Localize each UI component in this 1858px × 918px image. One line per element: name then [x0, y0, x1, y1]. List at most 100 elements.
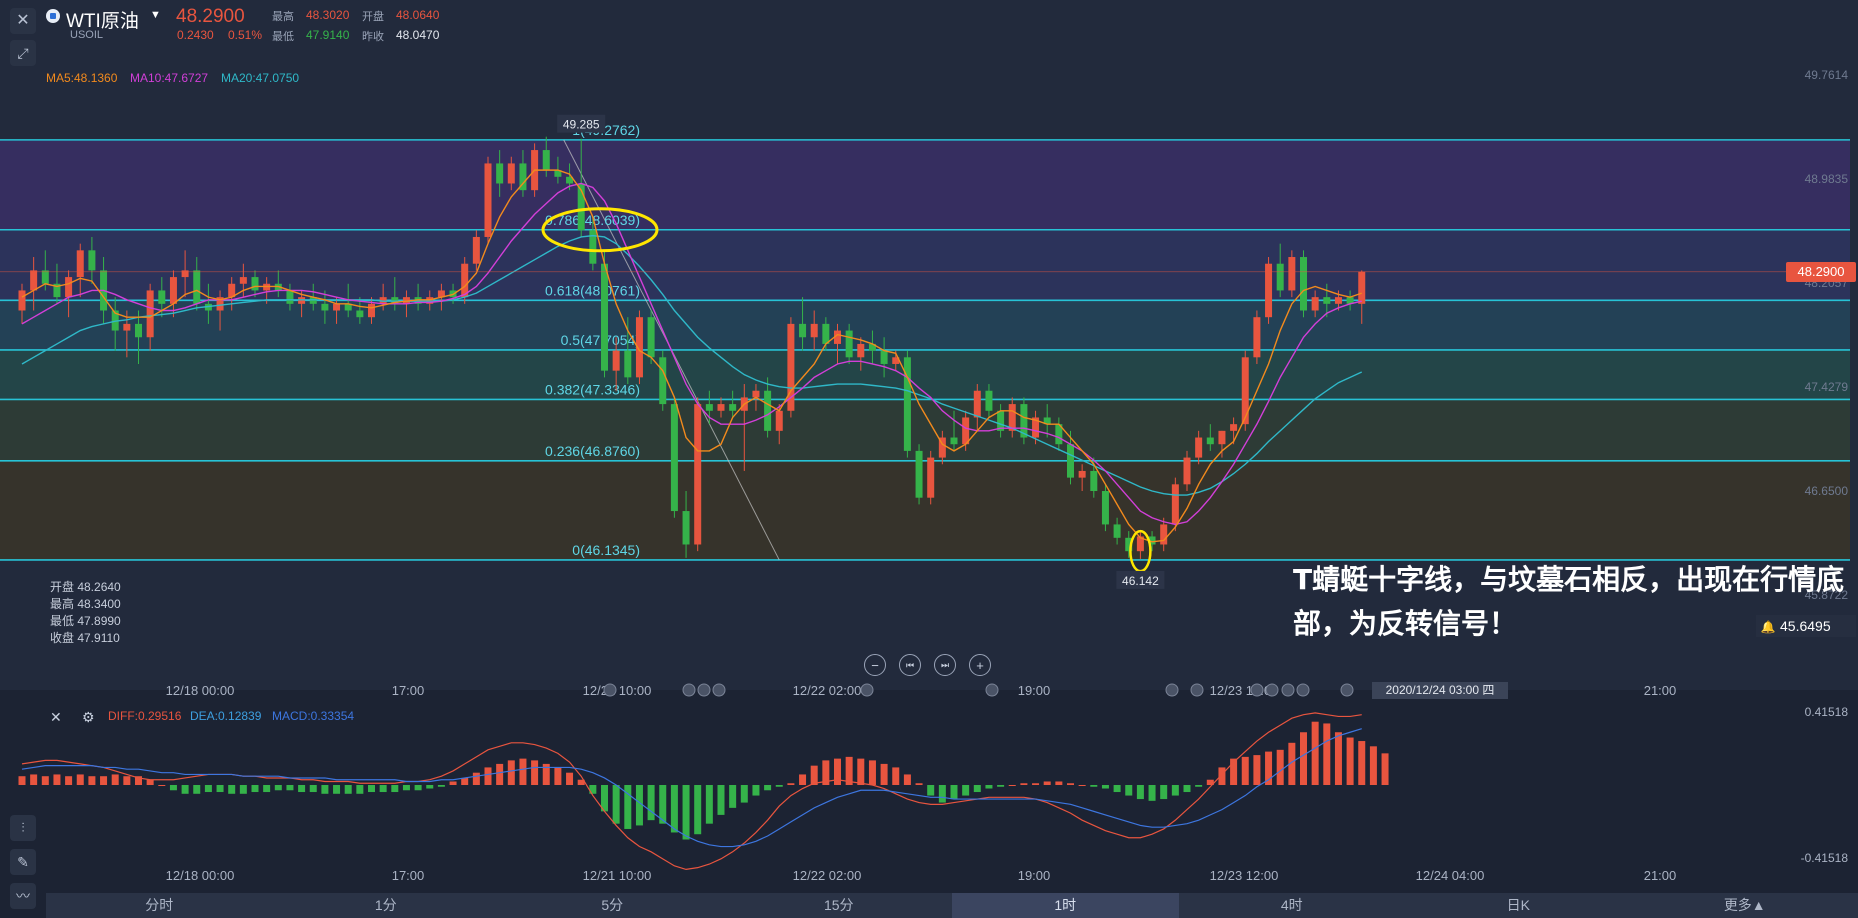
candle-body [1195, 437, 1203, 458]
last-price: 48.2900 [176, 6, 245, 27]
ohlc-close: 收盘 47.9110 [50, 631, 120, 645]
macd-histogram-bar [1346, 737, 1354, 785]
macd-histogram-bar [775, 785, 783, 787]
macd-x-tick-label: 12/24 04:00 [1416, 868, 1485, 883]
candle-body [542, 150, 550, 171]
macd-histogram-bar [263, 785, 271, 793]
candle-body [41, 270, 49, 284]
fib-band [0, 139, 1850, 230]
candle-body [1067, 444, 1074, 478]
macd-histogram-bar [41, 776, 49, 785]
open-value: 48.0640 [396, 8, 440, 22]
low-label: 最低 [272, 31, 294, 43]
fib-label: 0.236(46.8760) [545, 443, 640, 459]
candle-body [193, 270, 201, 304]
candle-body [1288, 257, 1296, 291]
candle-body [472, 236, 480, 264]
event-marker [682, 683, 696, 697]
macd-x-tick-label: 12/18 00:00 [166, 868, 235, 883]
macd-histogram-bar [368, 785, 375, 793]
macd-histogram-bar [1369, 746, 1377, 785]
candle-body [18, 290, 26, 311]
fib-label: 0.382(47.3346) [545, 381, 640, 397]
candle-body [1334, 297, 1342, 304]
candle-type-icon[interactable]: ⫶ [10, 815, 36, 841]
chart-app: 1(49.2762) 0.786(48.6039) 0.618(48.0761) 0.… [0, 0, 1858, 918]
low-value: 47.9140 [306, 28, 350, 42]
candle-body [915, 450, 923, 498]
macd-histogram-bar [1101, 785, 1109, 789]
event-marker [1296, 683, 1310, 697]
macd-histogram-bar [799, 774, 807, 785]
candle-body [1101, 491, 1109, 525]
scroll-end-button[interactable]: ⏭ [934, 654, 956, 676]
macd-histogram-bar [216, 785, 224, 793]
macd-histogram-bar [391, 785, 399, 793]
tab-fenshi[interactable]: 分时 [46, 893, 273, 918]
candle-body [752, 390, 760, 398]
macd-histogram-bar [1183, 785, 1191, 793]
macd-histogram-bar [903, 774, 911, 785]
macd-histogram-bar [1195, 785, 1203, 787]
candle-body [857, 343, 865, 358]
candle-body [950, 437, 958, 445]
zoom-out-button[interactable]: − [864, 654, 886, 676]
pen-icon[interactable]: ✎ [10, 849, 36, 875]
zoom-in-button[interactable]: + [969, 654, 991, 676]
event-marker [1340, 683, 1354, 697]
macd-histogram-bar [1253, 755, 1261, 785]
macd-histogram-bar [1171, 785, 1179, 796]
macd-histogram-bar [519, 758, 527, 785]
macd-histogram-bar [158, 785, 166, 786]
close-icon[interactable]: ✕ [10, 8, 36, 34]
macd-histogram-bar [1055, 781, 1063, 785]
candle-body [845, 330, 853, 358]
macd-histogram-bar [507, 760, 515, 785]
event-marker [1265, 683, 1279, 697]
chart-canvas[interactable]: 1(49.2762)0.786(48.6039)0.618(48.0761)0.… [0, 0, 1858, 918]
macd-histogram-bar [193, 785, 201, 794]
tab-1hour[interactable]: 1时 [952, 893, 1179, 918]
macd-y-tick-label: 0.41518 [1805, 705, 1849, 719]
macd-histogram-bar [1148, 785, 1156, 801]
high-value: 48.3020 [306, 8, 350, 22]
draw-line-icon[interactable]: ⤢ [10, 40, 36, 66]
macd-histogram-bar [810, 765, 818, 785]
macd-histogram-bar [950, 785, 958, 800]
macd-x-tick-label: 12/22 02:00 [793, 868, 862, 883]
macd-settings-icon[interactable]: ⚙ [82, 709, 95, 726]
candle-body [810, 323, 818, 338]
tab-15min[interactable]: 15分 [726, 893, 953, 918]
event-marker [603, 683, 617, 697]
macd-histogram-bar [1125, 785, 1133, 796]
tab-4hour[interactable]: 4时 [1179, 893, 1406, 918]
macd-histogram-bar [100, 776, 108, 785]
bell-icon[interactable]: 🔔 [1756, 616, 1780, 638]
scroll-start-button[interactable]: ⏮ [899, 654, 921, 676]
macd-histogram-bar [1323, 723, 1331, 785]
tab-daily[interactable]: 日K [1405, 893, 1632, 918]
macd-histogram-bar [169, 785, 177, 791]
alert-row[interactable]: 🔔 45.6495 [1756, 615, 1856, 637]
tab-5min[interactable]: 5分 [499, 893, 726, 918]
candle-body [169, 277, 177, 304]
price-label: 46.142 [1122, 574, 1159, 588]
macd-close-icon[interactable]: ✕ [50, 709, 62, 726]
high-label: 最高 [272, 11, 294, 23]
candle-body [1160, 524, 1168, 545]
candle-body [729, 404, 737, 411]
event-marker [1250, 683, 1264, 697]
candle-body [356, 310, 364, 318]
candle-body [822, 323, 830, 344]
candle-body [799, 323, 807, 338]
macd-histogram-bar [531, 760, 539, 785]
x-tick-label: 19:00 [1018, 683, 1051, 698]
chevron-down-icon[interactable]: ▼ [150, 9, 161, 21]
macd-value-legend: MACD:0.33354 [272, 709, 355, 723]
candle-body [624, 350, 632, 378]
price-change: 0.2430 [177, 28, 214, 42]
candle-body [146, 290, 154, 338]
tab-1min[interactable]: 1分 [273, 893, 500, 918]
indicator-icon[interactable]: 〰 [10, 883, 36, 909]
tab-more[interactable]: 更多▲ [1632, 893, 1858, 918]
